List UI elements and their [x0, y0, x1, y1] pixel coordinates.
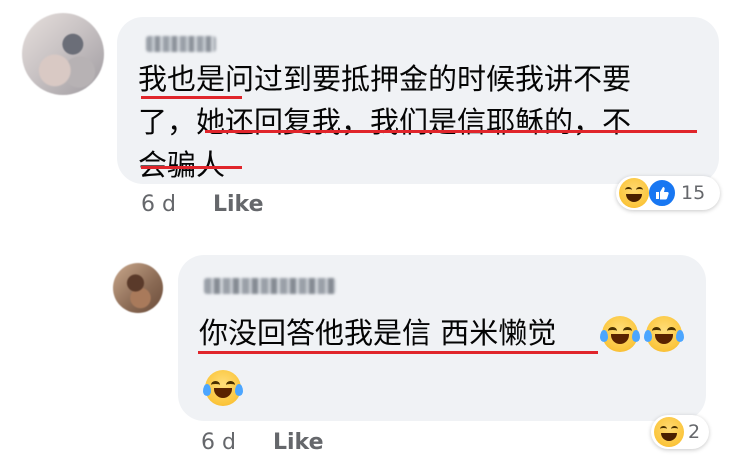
like-button[interactable]: Like: [273, 430, 324, 455]
timestamp[interactable]: 6 d: [201, 430, 236, 455]
like-icon: [647, 178, 677, 208]
like-button[interactable]: Like: [213, 192, 264, 217]
timestamp[interactable]: 6 d: [141, 192, 176, 217]
haha-icon: [619, 178, 649, 208]
comment-meta: 6 d Like: [201, 430, 324, 455]
red-underline: [205, 130, 697, 133]
avatar[interactable]: [113, 263, 163, 313]
crying-laughing-emoji: [600, 316, 640, 352]
reaction-count: 2: [688, 421, 701, 443]
author-name-blurred[interactable]: [146, 36, 216, 52]
reaction-counter[interactable]: 15: [616, 176, 720, 210]
avatar[interactable]: [22, 13, 104, 95]
reaction-counter[interactable]: 2: [651, 415, 709, 449]
red-underline: [141, 96, 242, 99]
crying-laughing-emoji: [644, 316, 684, 352]
red-underline: [198, 351, 598, 354]
red-underline: [141, 166, 242, 169]
reaction-count: 15: [681, 182, 706, 204]
haha-icon: [654, 417, 684, 447]
comment-meta: 6 d Like: [141, 192, 264, 217]
comment-line: 我也是问过到要抵押金的时候我讲不要: [138, 62, 632, 96]
crying-laughing-emoji: [203, 370, 243, 406]
author-name-blurred[interactable]: [204, 278, 336, 294]
comment-line: 你没回答他我是信 西米懒觉: [199, 316, 557, 350]
comment-line: 了，她还回复我，我们是信耶稣的，不: [138, 105, 632, 139]
